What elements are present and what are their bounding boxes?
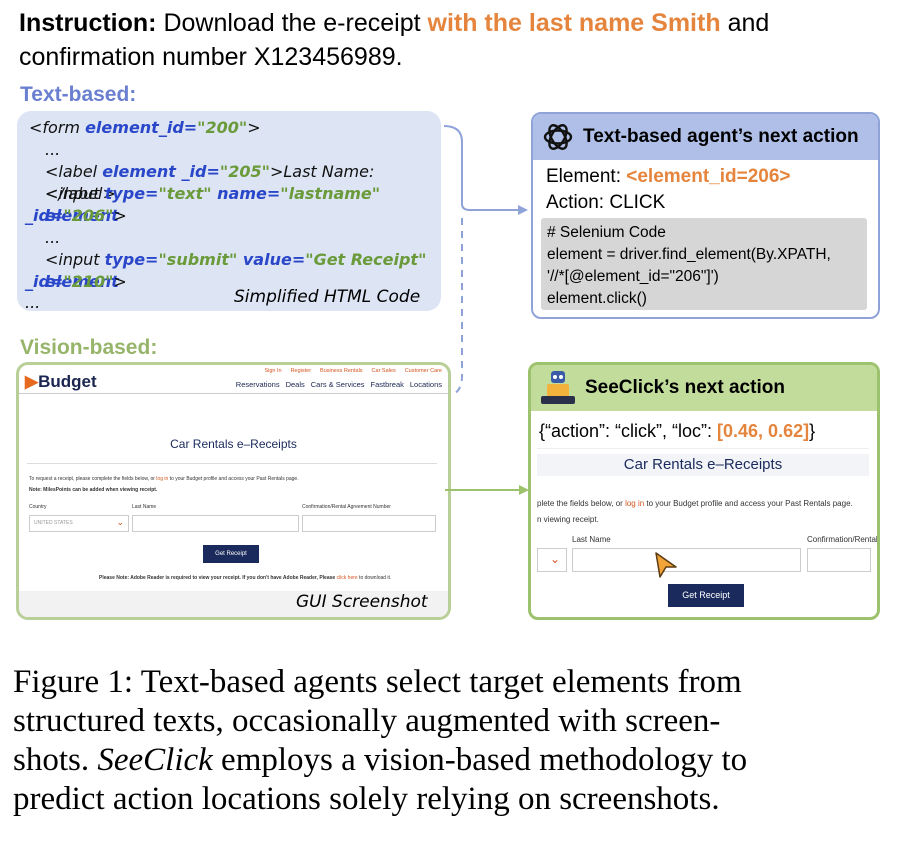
zoom-lastname-input[interactable] bbox=[572, 548, 801, 572]
code-line-6: ... bbox=[45, 228, 61, 247]
car-sales-link[interactable]: Car Sales bbox=[372, 368, 396, 374]
code-line-2: ... bbox=[45, 140, 61, 159]
figure-caption: Figure 1: Text-based agents select targe… bbox=[13, 663, 893, 819]
get-receipt-button[interactable]: Get Receipt bbox=[203, 545, 259, 563]
selenium-line: element = driver.find_element(By.XPATH, bbox=[547, 246, 831, 263]
top-links: Sign In Register Business Rentals Car Sa… bbox=[264, 368, 442, 374]
code-line-1: <form element_id="200"> bbox=[29, 118, 261, 137]
nav-cars-services[interactable]: Cars & Services bbox=[311, 380, 365, 389]
chevron-down-icon: ⌄ bbox=[549, 552, 560, 566]
lastname-label: Last Name bbox=[132, 504, 157, 510]
instruction-highlight: with the last name Smith bbox=[427, 9, 721, 37]
confirm-label: Confirmation/Rental Agreement Number bbox=[302, 504, 391, 510]
action-line: Action: CLICK bbox=[546, 192, 666, 213]
business-rentals-link[interactable]: Business Rentals bbox=[320, 368, 363, 374]
code-line-8: _id="210"> bbox=[25, 272, 127, 291]
note-text: Note: MilesPoints can be added when view… bbox=[29, 487, 158, 493]
intro-text: To request a receipt, please complete th… bbox=[29, 476, 299, 482]
zoom-confirm-label: Confirmation/Rental A bbox=[807, 535, 880, 544]
country-select[interactable]: UNITED STATES ⌄ bbox=[29, 515, 129, 532]
text-agent-action-box: Text-based agent’s next action Element: … bbox=[531, 112, 880, 319]
instruction-label: Instruction: bbox=[19, 9, 157, 37]
zoom-page-title: Car Rentals e–Receipts bbox=[623, 456, 783, 473]
seeclick-prediction: {“action”: “click”, “loc”: [0.46, 0.62]} bbox=[539, 421, 816, 441]
main-nav: Reservations Deals Cars & Services Fastb… bbox=[236, 380, 442, 389]
lastname-input[interactable] bbox=[132, 515, 299, 532]
selenium-line: # Selenium Code bbox=[547, 224, 666, 241]
html-code-box: <form element_id="200"> ... <label eleme… bbox=[17, 111, 441, 312]
country-label: Country bbox=[29, 504, 47, 510]
site-header: ▶Budget Sign In Register Business Rental… bbox=[19, 365, 448, 392]
instruction-line2: confirmation number X123456989. bbox=[19, 43, 403, 71]
text-agent-title: Text-based agent’s next action bbox=[583, 126, 859, 147]
text-based-title: Text-based: bbox=[20, 83, 137, 106]
zoomed-screenshot: Car Rentals e–Receipts plete the fields … bbox=[537, 448, 877, 612]
text-connector bbox=[443, 125, 528, 397]
login-link[interactable]: log in bbox=[156, 476, 168, 482]
zoom-intro: plete the fields below, or log in to you… bbox=[537, 499, 853, 508]
predicted-location: [0.46, 0.62] bbox=[717, 421, 810, 441]
header-divider bbox=[19, 393, 448, 394]
code-caption: Simplified HTML Code bbox=[234, 287, 421, 307]
customer-care-link[interactable]: Customer Care bbox=[405, 368, 442, 374]
zoom-note: n viewing receipt. bbox=[537, 515, 599, 524]
seeclick-header: SeeClick’s next action bbox=[531, 365, 877, 411]
register-link[interactable]: Register bbox=[291, 368, 311, 374]
element-value: <element_id=206> bbox=[626, 166, 791, 187]
title-divider bbox=[27, 463, 437, 464]
robot-icon bbox=[541, 371, 575, 404]
sign-in-link[interactable]: Sign In bbox=[264, 368, 281, 374]
zoom-confirmation-input[interactable] bbox=[807, 548, 871, 572]
country-value: UNITED STATES bbox=[34, 520, 73, 526]
seeclick-action-box: SeeClick’s next action {“action”: “click… bbox=[528, 362, 880, 620]
caption-line: shots. SeeClick employs a vision-based m… bbox=[13, 742, 748, 778]
nav-reservations[interactable]: Reservations bbox=[236, 380, 280, 389]
instruction: Instruction: Download the e-receipt with… bbox=[19, 6, 899, 74]
footer-note: Please Note: Adobe Reader is required to… bbox=[99, 575, 392, 581]
caption-line: predict action locations solely relying … bbox=[13, 781, 720, 817]
selenium-line: element.click() bbox=[547, 290, 647, 307]
openai-logo-icon bbox=[543, 124, 573, 150]
code-line-5: _id="206"> bbox=[25, 206, 127, 225]
nav-fastbreak[interactable]: Fastbreak bbox=[371, 380, 404, 389]
zoom-country-select[interactable]: ⌄ bbox=[537, 548, 567, 572]
text-agent-header: Text-based agent’s next action bbox=[533, 114, 878, 160]
vision-connector bbox=[445, 485, 529, 495]
nav-deals[interactable]: Deals bbox=[286, 380, 305, 389]
chevron-down-icon: ⌄ bbox=[116, 517, 124, 527]
arrow-head-icon bbox=[518, 205, 528, 215]
element-line: Element: <element_id=206> bbox=[546, 166, 791, 187]
instruction-text: Download the e-receipt bbox=[163, 9, 421, 37]
confirmation-input[interactable] bbox=[302, 515, 436, 532]
instruction-text-after: and bbox=[727, 9, 770, 37]
code-line-9: ... bbox=[25, 293, 41, 312]
page-title: Car Rentals e–Receipts bbox=[170, 437, 297, 451]
nav-locations[interactable]: Locations bbox=[410, 380, 442, 389]
cursor-pointer-icon bbox=[655, 552, 677, 578]
zoom-lastname-label: Last Name bbox=[572, 535, 611, 544]
vision-based-title: Vision-based: bbox=[20, 336, 158, 359]
budget-logo: ▶Budget bbox=[25, 372, 97, 391]
zoom-get-receipt-button[interactable]: Get Receipt bbox=[668, 584, 744, 607]
download-link[interactable]: click here bbox=[337, 575, 358, 581]
selenium-line: '//*[@element_id="206"]') bbox=[547, 268, 719, 285]
selenium-code-block: # Selenium Code element = driver.find_el… bbox=[541, 218, 867, 310]
seeclick-title: SeeClick’s next action bbox=[585, 377, 785, 398]
screenshot-caption: GUI Screenshot bbox=[296, 592, 428, 612]
caption-line: structured texts, occasionally augmented… bbox=[13, 703, 721, 739]
caption-line: Figure 1: Text-based agents select targe… bbox=[13, 664, 742, 700]
gui-screenshot-box: ▶Budget Sign In Register Business Rental… bbox=[16, 362, 451, 620]
